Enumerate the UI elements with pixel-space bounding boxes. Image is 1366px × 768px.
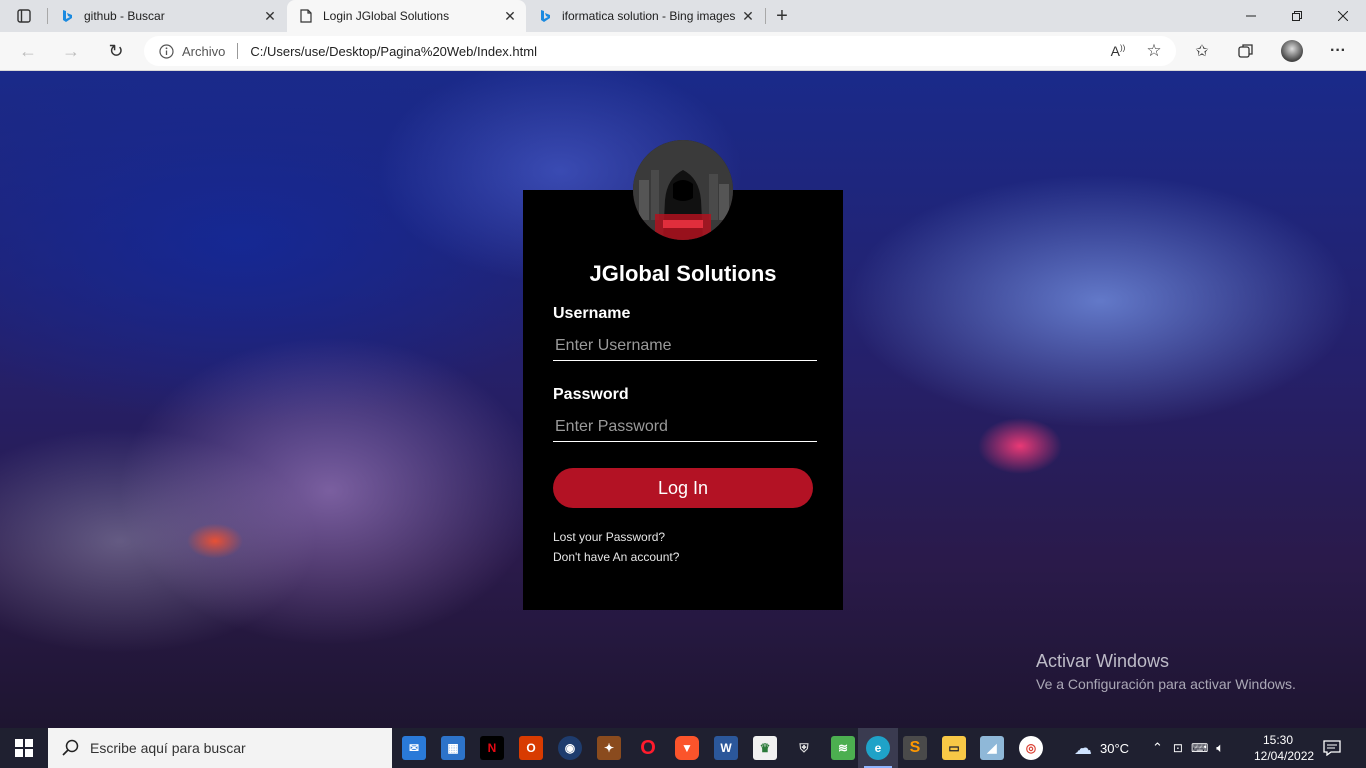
clock-date: 12/04/2022 — [1254, 749, 1315, 763]
chrome-icon[interactable]: ◎ — [1019, 736, 1043, 760]
favorites-icon: ✩ — [1195, 43, 1209, 60]
start-button[interactable] — [0, 728, 48, 768]
cloud-icon: ☁ — [1074, 737, 1092, 758]
tab-title: github - Buscar — [84, 9, 165, 23]
tab-title: Login JGlobal Solutions — [323, 9, 450, 23]
watermark-subtitle: Ve a Configuración para activar Windows. — [1036, 676, 1296, 692]
profile-button[interactable] — [1280, 39, 1304, 63]
page-icon — [299, 9, 313, 23]
camera-icon[interactable]: ⊡ — [1173, 741, 1183, 755]
collections-icon — [1238, 44, 1253, 58]
plus-icon: + — [776, 4, 788, 27]
favorites-button[interactable]: ✩ — [1190, 39, 1214, 63]
store-icon[interactable]: ▦ — [441, 736, 465, 760]
password-label: Password — [553, 386, 629, 403]
divider — [237, 43, 239, 59]
tab-separator — [765, 8, 766, 24]
password-input[interactable] — [553, 412, 817, 442]
activate-windows-watermark: Activar Windows Ve a Configuración para … — [1036, 651, 1296, 692]
game-icon[interactable]: ✦ — [597, 736, 621, 760]
login-button[interactable]: Log In — [553, 468, 813, 508]
tab-actions-button[interactable] — [8, 5, 40, 27]
refresh-icon: ↻ — [108, 40, 124, 61]
windows-icon — [15, 739, 33, 757]
username-label: Username — [553, 305, 631, 322]
settings-menu-button[interactable]: ··· — [1326, 39, 1350, 63]
notification-icon — [1323, 740, 1341, 756]
notifications-button[interactable] — [1323, 728, 1341, 768]
add-favorite-button[interactable]: ☆ — [1142, 39, 1166, 63]
clock-time: 15:30 — [1262, 733, 1294, 747]
tab-iformatica-bing[interactable]: iformatica solution - Bing images ✕ — [526, 0, 764, 32]
hooded-figure-icon — [633, 140, 733, 240]
weather-widget[interactable]: ☁ 30°C — [1074, 728, 1129, 768]
layers-icon[interactable]: ≋ — [831, 736, 855, 760]
file-explorer-icon[interactable]: ▭ — [942, 736, 966, 760]
back-button[interactable]: ← — [14, 37, 42, 65]
restore-button[interactable] — [1274, 0, 1320, 32]
tab-github-buscar[interactable]: github - Buscar ✕ — [48, 0, 286, 32]
username-input[interactable] — [553, 331, 817, 361]
watermark-title: Activar Windows — [1036, 651, 1170, 671]
avatar — [1281, 40, 1303, 62]
clock[interactable]: 15:30 12/04/2022 — [1254, 732, 1315, 764]
edge-icon[interactable]: e — [866, 736, 890, 760]
system-tray: ⌃ ⊡ ⌨ 🔈︎ — [1152, 728, 1224, 768]
page-background: JGlobal Solutions Username Password Log … — [0, 71, 1366, 728]
signup-link[interactable]: Don't have An account? — [553, 550, 679, 564]
search-icon — [62, 739, 80, 757]
netflix-icon[interactable]: N — [480, 736, 504, 760]
network-icon[interactable]: ⌨ — [1191, 741, 1208, 755]
card-title: JGlobal Solutions — [589, 261, 777, 286]
address-bar[interactable]: Archivo C:/Users/use/Desktop/Pagina%20We… — [144, 36, 1176, 66]
new-tab-button[interactable]: + — [770, 4, 794, 28]
forward-button[interactable]: → — [57, 37, 85, 65]
sublime-icon[interactable]: S — [903, 736, 927, 760]
weather-temp: 30°C — [1100, 740, 1130, 756]
taskbar: Escribe aquí para buscar ✉ ▦ N O ◉ ✦ O ▼… — [0, 728, 1366, 768]
app-icon[interactable]: ◉ — [558, 736, 582, 760]
close-window-button[interactable] — [1320, 0, 1366, 32]
tab-actions-icon — [17, 9, 31, 23]
tab-title: iformatica solution - Bing images — [562, 9, 736, 23]
office-icon[interactable]: O — [519, 736, 543, 760]
star-add-icon: ☆ — [1146, 41, 1162, 60]
lost-password-link[interactable]: Lost your Password? — [553, 530, 665, 544]
tab-strip: github - Buscar ✕ Login JGlobal Solution… — [0, 0, 1366, 32]
close-tab-icon[interactable]: ✕ — [738, 6, 758, 26]
volume-icon[interactable]: 🔈︎ — [1216, 740, 1224, 756]
minimize-button[interactable] — [1228, 0, 1274, 32]
url-text[interactable]: C:/Users/use/Desktop/Pagina%20Web/Index.… — [250, 44, 537, 59]
bing-icon — [538, 9, 552, 23]
read-aloud-icon: A)) — [1110, 43, 1126, 59]
close-tab-icon[interactable]: ✕ — [500, 6, 520, 26]
taskbar-search[interactable]: Escribe aquí para buscar — [48, 728, 392, 768]
browser-toolbar: ← → ↻ Archivo C:/Users/use/Desktop/Pagin… — [0, 32, 1366, 71]
read-aloud-button[interactable]: A)) — [1106, 39, 1130, 63]
brave-icon[interactable]: ▼ — [675, 736, 699, 760]
mail-icon[interactable]: ✉ — [402, 736, 426, 760]
avatar — [633, 140, 733, 240]
arrow-right-icon: → — [62, 40, 80, 61]
bing-icon — [60, 9, 74, 23]
chevron-up-icon[interactable]: ⌃ — [1152, 740, 1163, 756]
close-icon — [1338, 11, 1348, 21]
opera-icon[interactable]: O — [636, 736, 660, 760]
login-card: JGlobal Solutions Username Password Log … — [523, 140, 843, 610]
minimize-icon — [1246, 15, 1256, 17]
scheme-label: Archivo — [182, 43, 226, 59]
app-icon[interactable]: ♛ — [753, 736, 777, 760]
more-icon: ··· — [1330, 42, 1346, 59]
arrow-left-icon: ← — [19, 40, 37, 61]
restore-icon — [1292, 11, 1302, 21]
app-icon[interactable]: ◢ — [980, 736, 1004, 760]
refresh-button[interactable]: ↻ — [102, 37, 130, 65]
search-placeholder: Escribe aquí para buscar — [90, 740, 246, 756]
tab-login-jglobal[interactable]: Login JGlobal Solutions ✕ — [287, 0, 526, 32]
close-tab-icon[interactable]: ✕ — [260, 6, 280, 26]
tank-game-icon[interactable]: ⛨ — [792, 736, 816, 760]
word-icon[interactable]: W — [714, 736, 738, 760]
info-icon[interactable] — [158, 43, 174, 59]
collections-button[interactable] — [1234, 39, 1258, 63]
